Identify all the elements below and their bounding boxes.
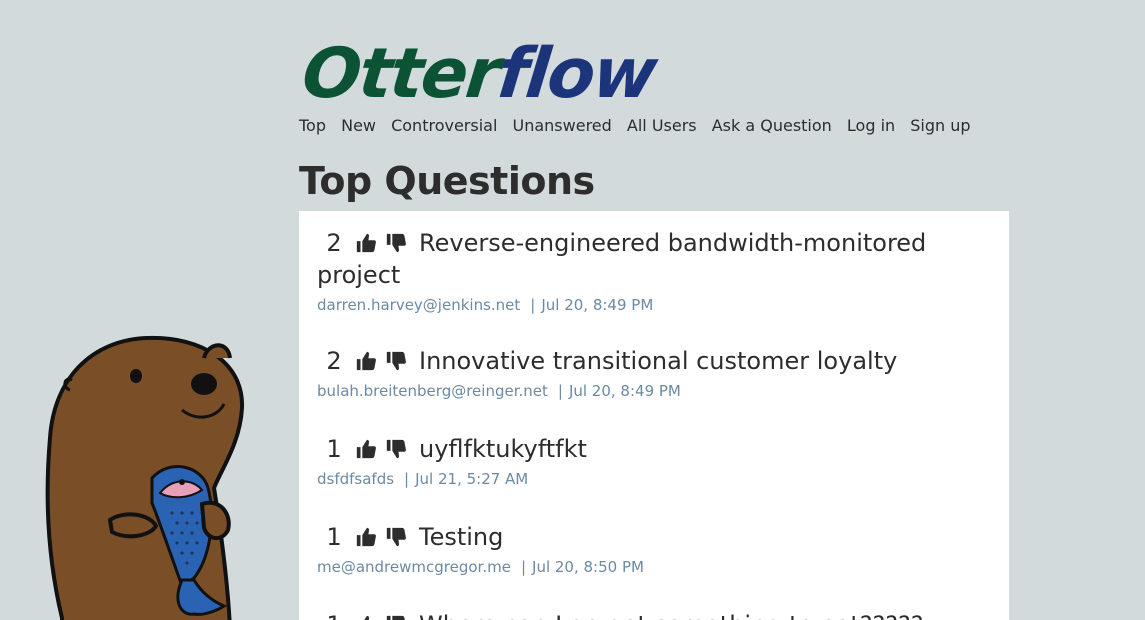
upvote-button[interactable] <box>351 433 381 465</box>
upvote-button[interactable] <box>351 227 381 259</box>
question-author[interactable]: me@andrewmcgregor.me <box>317 558 511 576</box>
thumbs-down-icon <box>386 439 406 459</box>
nav-controversial[interactable]: Controversial <box>391 116 497 135</box>
question-timestamp: Jul 20, 8:49 PM <box>541 296 654 314</box>
question-timestamp: Jul 21, 5:27 AM <box>415 470 529 488</box>
top-nav: Top New Controversial Unanswered All Use… <box>299 116 1011 136</box>
meta-separator: | <box>404 470 410 488</box>
question-score: 2 <box>326 229 342 257</box>
thumbs-down-icon <box>386 351 406 371</box>
downvote-button[interactable] <box>381 345 411 377</box>
upvote-button[interactable] <box>351 609 381 620</box>
question-item: 1 Where can I go get something to eat???… <box>299 577 1009 620</box>
otter-illustration <box>45 335 245 620</box>
question-title[interactable]: Innovative transitional customer loyalty <box>419 345 897 377</box>
question-author[interactable]: dsfdfsafds <box>317 470 394 488</box>
thumbs-down-icon <box>386 233 406 253</box>
question-item: 2 Innovative transitional customer loyal… <box>299 315 1009 401</box>
meta-separator: | <box>530 296 536 314</box>
question-score: 2 <box>326 347 342 375</box>
nav-log-in[interactable]: Log in <box>847 116 895 135</box>
question-score: 1 <box>326 435 342 463</box>
thumbs-up-icon <box>356 351 376 371</box>
thumbs-down-icon <box>386 527 406 547</box>
question-timestamp: Jul 20, 8:50 PM <box>532 558 644 576</box>
question-title[interactable]: Where can I go get something to eat????? <box>419 609 923 620</box>
question-item: 1 uyflfktukyftfkt dsfdfsafds | Jul 21, 5:2… <box>299 401 1009 489</box>
question-title-continued[interactable]: project <box>317 259 400 291</box>
thumbs-up-icon <box>356 233 376 253</box>
nav-top[interactable]: Top <box>299 116 326 135</box>
question-score: 1 <box>326 523 342 551</box>
nav-all-users[interactable]: All Users <box>627 116 697 135</box>
meta-separator: | <box>520 558 527 576</box>
logo-part-flow: flow <box>494 34 660 114</box>
question-title[interactable]: uyflfktukyftfkt <box>419 433 587 465</box>
site-logo[interactable]: Otterflow <box>299 34 1019 114</box>
nav-sign-up[interactable]: Sign up <box>910 116 970 135</box>
question-list: 2 Reverse-engineered bandwidth-monitored… <box>299 211 1009 620</box>
thumbs-up-icon <box>356 527 376 547</box>
downvote-button[interactable] <box>381 227 411 259</box>
nav-unanswered[interactable]: Unanswered <box>513 116 612 135</box>
downvote-button[interactable] <box>381 521 411 553</box>
page-title: Top Questions <box>299 159 595 203</box>
question-author[interactable]: bulah.breitenberg@reinger.net <box>317 382 548 400</box>
thumbs-up-icon <box>364 615 370 620</box>
thumbs-up-icon <box>356 439 376 459</box>
main-content: Otterflow Top New Controversial Unanswer… <box>299 34 1011 620</box>
meta-separator: | <box>557 382 563 400</box>
question-item: 2 Reverse-engineered bandwidth-monitored… <box>299 211 1009 315</box>
question-title[interactable]: Reverse-engineered bandwidth-monitored <box>419 227 926 259</box>
thumbs-down-icon <box>386 615 405 620</box>
upvote-button[interactable] <box>351 345 381 377</box>
downvote-button[interactable] <box>381 609 411 620</box>
page: Otterflow Top New Controversial Unanswer… <box>0 0 1145 620</box>
nav-new[interactable]: New <box>341 116 376 135</box>
upvote-button[interactable] <box>351 521 381 553</box>
logo-part-otter: Otter <box>298 34 503 114</box>
downvote-button[interactable] <box>381 433 411 465</box>
question-timestamp: Jul 20, 8:49 PM <box>568 382 681 400</box>
question-item: 1 Testing me@andrewmcgregor.me | Jul 20, 8… <box>299 489 1009 577</box>
question-score: 1 <box>317 609 351 620</box>
question-author[interactable]: darren.harvey@jenkins.net <box>317 296 520 314</box>
question-title[interactable]: Testing <box>419 521 503 553</box>
nav-ask-question[interactable]: Ask a Question <box>712 116 832 135</box>
